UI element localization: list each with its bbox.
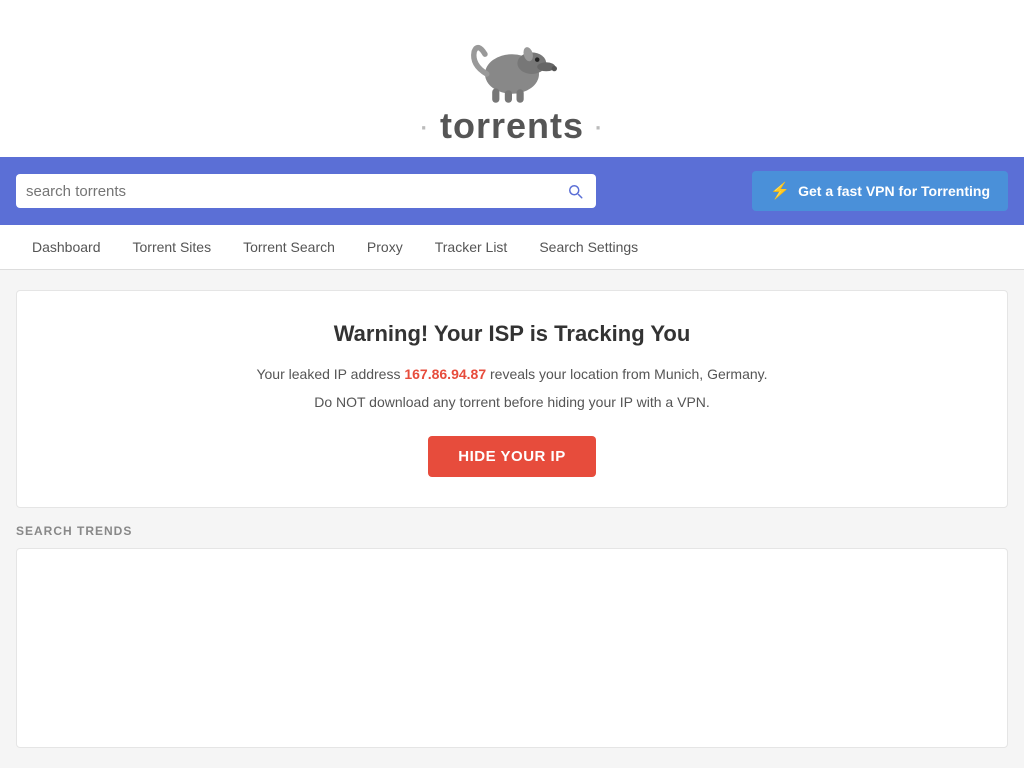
nav-torrent-sites[interactable]: Torrent Sites: [117, 225, 228, 269]
nav-torrent-search[interactable]: Torrent Search: [227, 225, 351, 269]
logo-dots-left: ·: [421, 115, 429, 140]
logo-icon: [467, 20, 557, 110]
search-input-wrapper: [16, 174, 596, 208]
search-trends-box: [16, 548, 1008, 748]
nav-dashboard[interactable]: Dashboard: [16, 225, 117, 269]
warning-title: Warning! Your ISP is Tracking You: [37, 321, 987, 347]
vpn-button[interactable]: ⚡ Get a fast VPN for Torrenting: [752, 171, 1008, 211]
warning-ip: 167.86.94.87: [404, 366, 486, 382]
warning-line1-prefix: Your leaked IP address: [256, 366, 404, 382]
header: · torrents ·: [0, 0, 1024, 157]
warning-line1-suffix: reveals your location from Munich, Germa…: [486, 366, 767, 382]
warning-box: Warning! Your ISP is Tracking You Your l…: [16, 290, 1008, 508]
logo-dots-right: ·: [595, 115, 603, 140]
nav-tracker-list[interactable]: Tracker List: [419, 225, 524, 269]
hide-ip-button[interactable]: HIDE YOUR IP: [428, 436, 595, 477]
nav-bar: Dashboard Torrent Sites Torrent Search P…: [0, 225, 1024, 270]
search-trends-section: SEARCH TRENDS: [16, 524, 1008, 748]
logo-title: · torrents ·: [421, 105, 604, 147]
warning-line2: Do NOT download any torrent before hidin…: [37, 391, 987, 413]
warning-line1: Your leaked IP address 167.86.94.87 reve…: [37, 363, 987, 385]
logo-container: · torrents ·: [421, 20, 604, 147]
nav-search-settings[interactable]: Search Settings: [523, 225, 654, 269]
search-button[interactable]: [564, 180, 586, 202]
search-icon: [566, 182, 584, 200]
lightning-icon: ⚡: [770, 181, 790, 201]
nav-proxy[interactable]: Proxy: [351, 225, 419, 269]
search-input[interactable]: [26, 183, 564, 200]
search-bar: ⚡ Get a fast VPN for Torrenting: [0, 157, 1024, 225]
search-trends-label: SEARCH TRENDS: [16, 524, 1008, 538]
